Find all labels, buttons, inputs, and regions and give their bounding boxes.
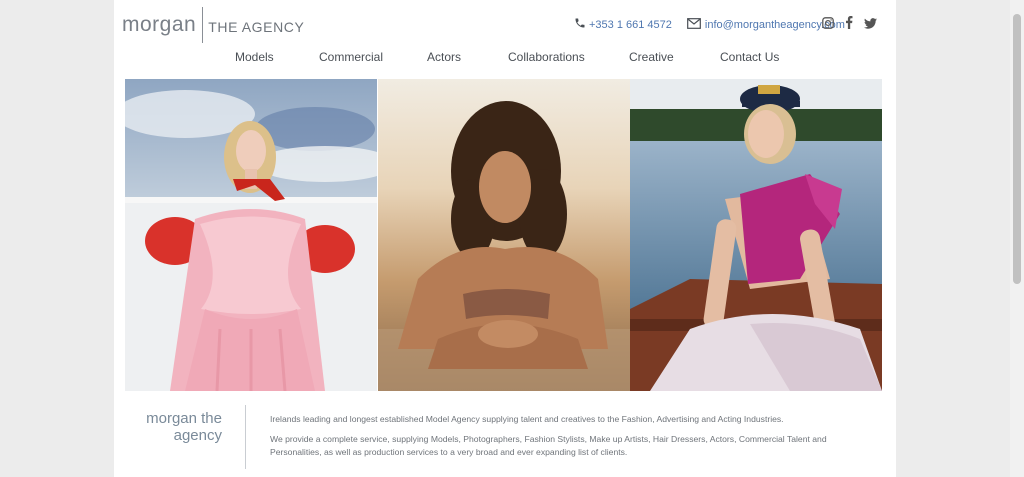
scrollbar-thumb[interactable]: [1013, 14, 1021, 284]
about-paragraph-2: We provide a complete service, supplying…: [270, 434, 827, 457]
hero-gallery: [125, 79, 882, 391]
twitter-icon[interactable]: [864, 16, 877, 34]
nav-item-creative[interactable]: Creative: [629, 50, 674, 64]
contact-info: +353 1 661 4572 info@morgantheagency.com: [574, 17, 845, 32]
nav-item-collaborations[interactable]: Collaborations: [508, 50, 585, 64]
hero-image-pink-dress[interactable]: [125, 79, 377, 391]
hero-image-boat-model[interactable]: [630, 79, 882, 391]
agency-logo[interactable]: morgan THE AGENCY: [122, 7, 304, 43]
logo-sub-text: THE AGENCY: [208, 18, 305, 35]
about-text: Irelands leading and longest established…: [270, 413, 850, 459]
about-title: morgan the agency: [120, 410, 222, 444]
about-title-line1: morgan the: [146, 410, 222, 427]
social-links: [822, 16, 877, 34]
logo-main-text: morgan: [122, 13, 197, 36]
page-scrollbar[interactable]: [1010, 0, 1024, 477]
main-nav: Models Commercial Actors Collaborations …: [114, 50, 896, 66]
nav-item-contact-us[interactable]: Contact Us: [720, 50, 779, 64]
phone-icon: [574, 17, 586, 32]
hero-image-beach-model[interactable]: [377, 79, 630, 391]
facebook-icon[interactable]: [845, 16, 853, 34]
about-paragraph-1: Irelands leading and longest established…: [270, 414, 784, 424]
instagram-icon[interactable]: [822, 16, 834, 34]
nav-item-commercial[interactable]: Commercial: [319, 50, 383, 64]
about-divider: [245, 405, 246, 469]
phone-link[interactable]: +353 1 661 4572: [589, 19, 672, 31]
logo-divider: [202, 7, 204, 43]
nav-item-models[interactable]: Models: [235, 50, 274, 64]
nav-item-actors[interactable]: Actors: [427, 50, 461, 64]
about-title-line2: agency: [173, 427, 222, 444]
page-container: morgan THE AGENCY +353 1 661 4572 info@m…: [114, 0, 896, 477]
envelope-icon: [686, 17, 701, 32]
